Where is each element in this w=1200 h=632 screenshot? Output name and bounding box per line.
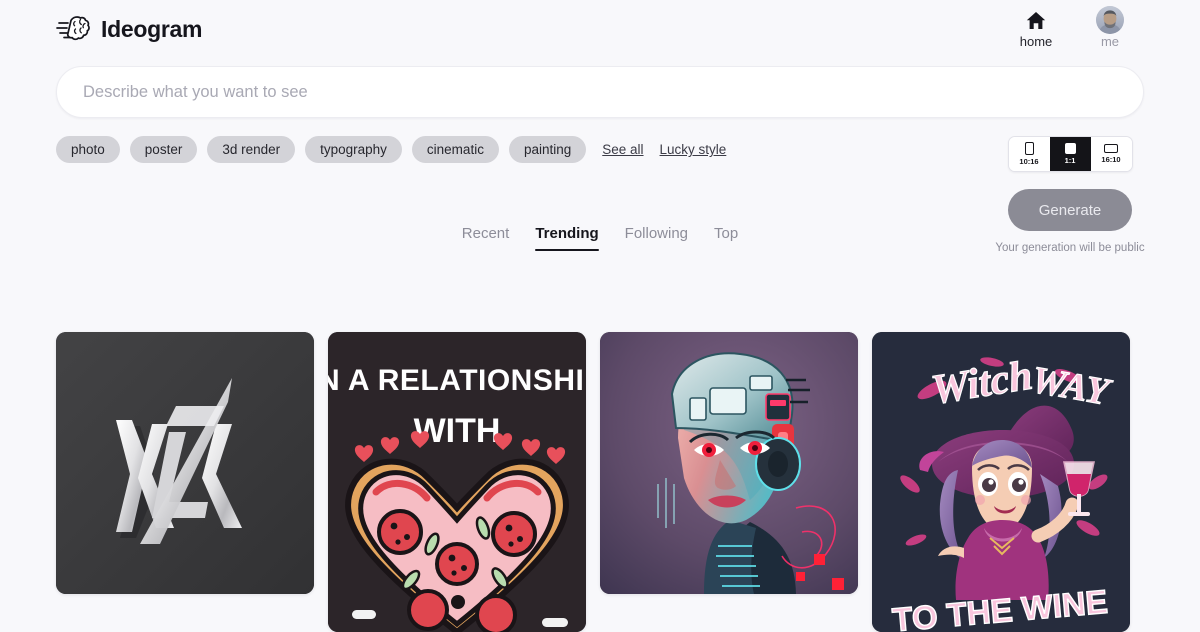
chip-painting[interactable]: painting — [508, 136, 587, 163]
aspect-ratio-label-10-16: 10:16 — [1019, 157, 1039, 166]
brand-logo[interactable]: Ideogram — [56, 14, 202, 44]
header-nav: home me — [1012, 6, 1172, 49]
aspect-ratio-10-16[interactable]: 10:16 — [1008, 137, 1050, 171]
generation-visibility-note: Your generation will be public — [995, 242, 1145, 254]
chip-cinematic[interactable]: cinematic — [411, 136, 499, 163]
prompt-box[interactable] — [56, 66, 1144, 118]
brain-icon — [56, 14, 90, 44]
nav-label-home: home — [1019, 34, 1053, 49]
tab-trending[interactable]: Trending — [535, 225, 600, 251]
chip-poster[interactable]: poster — [129, 136, 198, 163]
prompt-input[interactable] — [83, 82, 1117, 102]
gallery-card-pizza-poster[interactable]: IN A RELATIONSHIP WITH — [328, 332, 586, 632]
aspect-ratio-label-1-1: 1:1 — [1064, 156, 1076, 165]
chip-3d-render[interactable]: 3d render — [207, 136, 296, 163]
avatar — [1096, 6, 1124, 34]
brand-name: Ideogram — [101, 15, 203, 42]
tab-top[interactable]: Top — [714, 225, 738, 251]
image-gallery: IN A RELATIONSHIP WITH — [56, 332, 1130, 632]
portrait-rect-icon — [1024, 142, 1034, 155]
avatar-image — [1096, 6, 1124, 34]
nav-item-home[interactable]: home — [1012, 9, 1060, 49]
aspect-ratio-group: 10:16 1:1 16:10 — [1007, 136, 1133, 172]
app-header: Ideogram home me — [0, 0, 1200, 58]
tab-recent[interactable]: Recent — [462, 225, 510, 251]
aspect-ratio-16-10[interactable]: 16:10 — [1090, 137, 1132, 171]
lucky-style-link[interactable]: Lucky style — [660, 142, 727, 157]
generation-controls: 10:16 1:1 16:10 Generate Your generation… — [995, 136, 1145, 254]
svg-text:IN A RELATIONSHIP: IN A RELATIONSHIP — [328, 364, 586, 397]
aspect-ratio-label-16-10: 16:10 — [1101, 155, 1121, 164]
gallery-card-klk-logo[interactable] — [56, 332, 314, 594]
tab-following[interactable]: Following — [625, 225, 688, 251]
generate-button[interactable]: Generate — [1008, 189, 1132, 231]
svg-text:WITH: WITH — [414, 412, 501, 450]
landscape-rect-icon — [1104, 144, 1118, 153]
square-rect-icon — [1064, 143, 1076, 154]
prompt-section — [0, 58, 1200, 118]
chip-typography[interactable]: typography — [305, 136, 402, 163]
chip-photo[interactable]: photo — [56, 136, 120, 163]
nav-label-me: me — [1100, 34, 1120, 49]
gallery-card-cyberpunk-android[interactable] — [600, 332, 858, 594]
aspect-ratio-1-1[interactable]: 1:1 — [1049, 137, 1091, 171]
gallery-card-witch-wine[interactable]: Witch WAY TO THE WINE — [872, 332, 1130, 632]
home-icon — [1026, 9, 1046, 31]
nav-item-me[interactable]: me — [1086, 6, 1134, 49]
see-all-link[interactable]: See all — [602, 142, 643, 157]
